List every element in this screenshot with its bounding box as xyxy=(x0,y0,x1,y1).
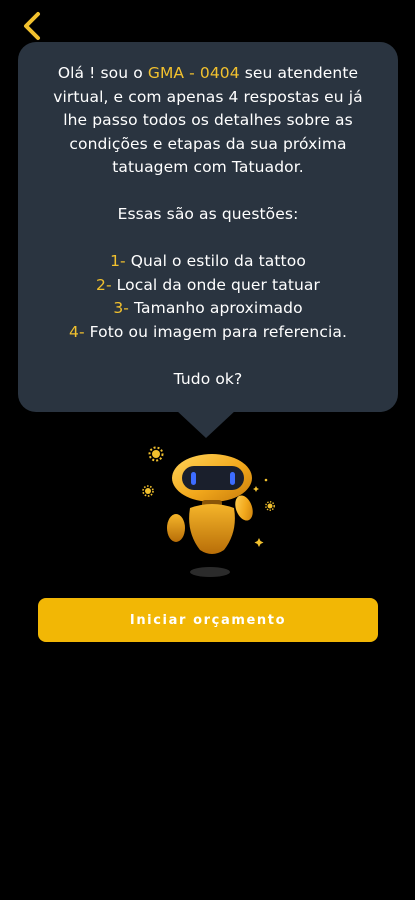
bubble-tail xyxy=(176,410,236,438)
question-item: 4- Foto ou imagem para referencia. xyxy=(69,322,347,341)
back-button[interactable] xyxy=(14,10,50,46)
closing-text: Tudo ok? xyxy=(173,369,243,388)
question-item: 3- Tamanho aproximado xyxy=(113,299,303,317)
chat-bubble: Olá ! sou o GMA - 0404 seu atendente vir… xyxy=(18,42,398,412)
chevron-left-icon xyxy=(21,11,43,45)
intro-line-1: Olá ! sou o GMA - 0404 seu atendente xyxy=(57,64,359,82)
intro-line-5: tatuagem com Tatuador. xyxy=(112,158,304,176)
intro-line-2: virtual, e com apenas 4 respostas eu já xyxy=(53,87,363,106)
intro-line-3: lhe passo todos os detalhes sobre as xyxy=(63,111,353,129)
start-quote-button[interactable]: Iniciar orçamento xyxy=(38,598,378,642)
question-item: 2- Local da onde quer tatuar xyxy=(95,275,320,294)
questions-heading: Essas são as questões: xyxy=(117,205,299,223)
robot-mascot-icon xyxy=(138,440,278,580)
intro-line-4: condições e etapas da sua próxima xyxy=(69,134,347,153)
bot-name: GMA - 0404 xyxy=(147,64,240,82)
question-item: 1- Qual o estilo da tattoo xyxy=(110,252,306,270)
